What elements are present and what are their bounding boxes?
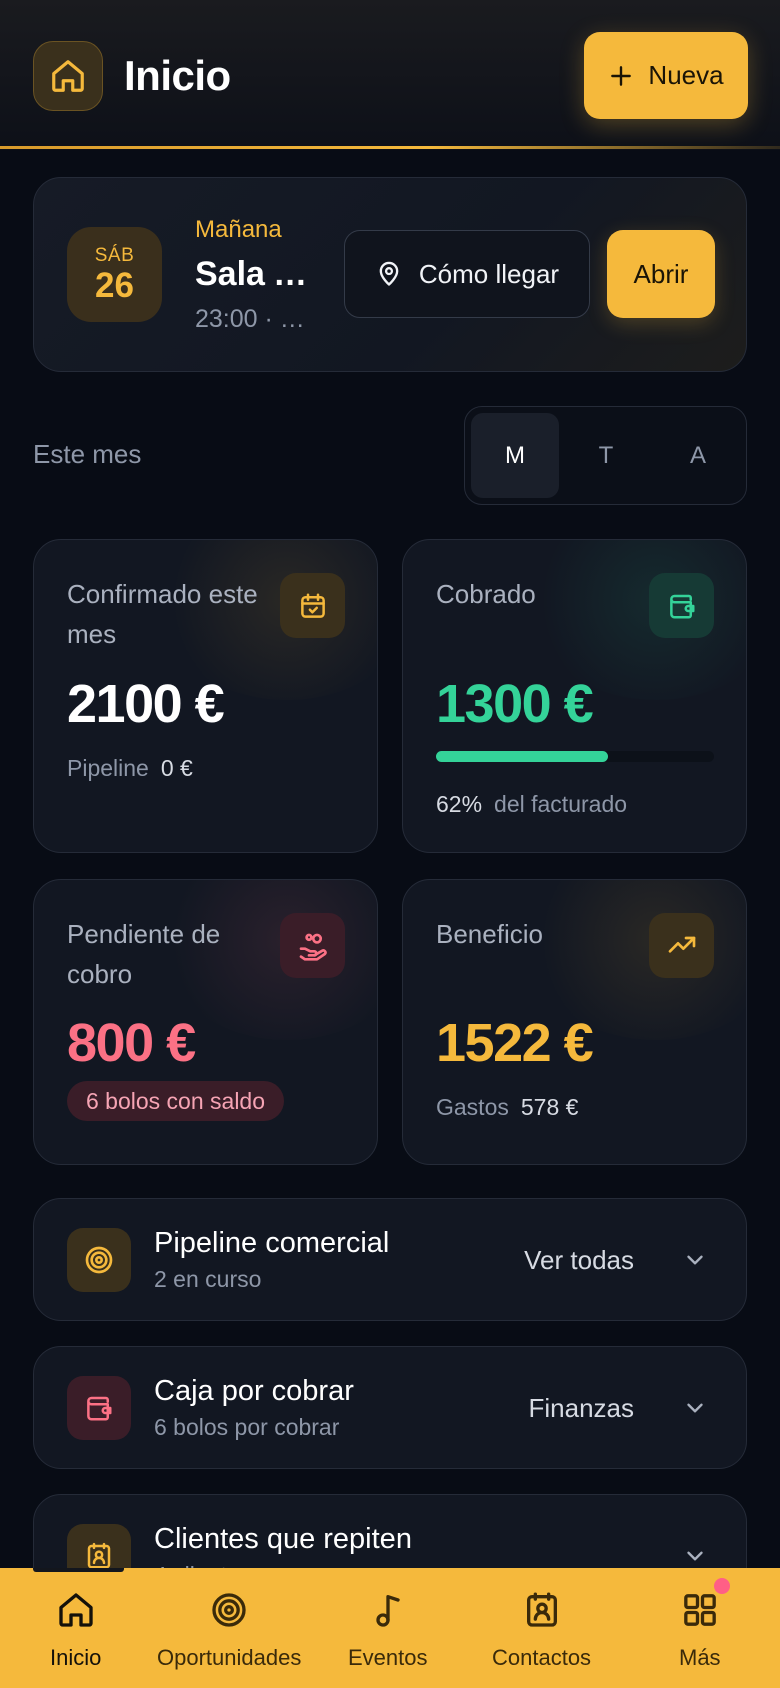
period-segmented-control: M T A: [464, 406, 747, 505]
nav-item-home[interactable]: Inicio: [50, 1590, 101, 1672]
bottom-nav: Inicio Oportunidades Eventos Contactos M…: [0, 1568, 780, 1688]
home-badge: [33, 41, 103, 111]
chevron-down-icon[interactable]: [682, 1395, 708, 1421]
directions-button[interactable]: Cómo llegar: [344, 230, 590, 318]
stat-title: Cobrado: [436, 579, 536, 609]
plus-icon: [608, 63, 634, 89]
nav-item-more[interactable]: Más: [679, 1590, 721, 1672]
stat-value: 1522 €: [436, 1013, 594, 1073]
nav-item-opportunities[interactable]: Oportunidades: [157, 1590, 301, 1672]
stat-card-profit[interactable]: Beneficio 1522 € Gastos 578 €: [402, 879, 747, 1165]
stat-sub-label: Pipeline: [67, 755, 149, 781]
nav-item-events[interactable]: Eventos: [348, 1590, 428, 1672]
period-option-year[interactable]: A: [654, 413, 742, 498]
event-time: 23:00 · Barcelona: [195, 305, 317, 333]
new-button-label: Nueva: [648, 60, 724, 90]
collected-percent: 62%: [436, 791, 483, 817]
home-icon: [56, 1590, 96, 1630]
section-cash[interactable]: Caja por cobrar 6 bolos por cobrar Finan…: [33, 1346, 747, 1469]
stat-card-collected[interactable]: Cobrado 1300 € 62% del facturado: [402, 539, 747, 853]
chevron-down-icon[interactable]: [682, 1247, 708, 1273]
nav-active-indicator: [33, 1568, 124, 1572]
wallet-icon: [649, 573, 714, 638]
view-all-link[interactable]: Ver todas: [524, 1244, 634, 1276]
period-option-month[interactable]: M: [471, 413, 559, 498]
period-option-quarter[interactable]: T: [562, 413, 650, 498]
grid-icon: [680, 1590, 720, 1630]
section-title: Pipeline comercial: [154, 1227, 390, 1259]
section-pipeline[interactable]: Pipeline comercial 2 en curso Ver todas: [33, 1198, 747, 1321]
collected-progress-bar: [436, 751, 714, 762]
header-accent-line: [0, 146, 780, 149]
next-event-card[interactable]: SÁB 26 Mañana Sala Apolo 23:00 · Barcelo…: [33, 177, 747, 372]
stat-sub-row: Gastos 578 €: [436, 1092, 578, 1122]
nav-item-contacts[interactable]: Contactos: [492, 1590, 591, 1672]
event-date-badge: SÁB 26: [67, 227, 162, 322]
notification-dot: [714, 1578, 730, 1594]
event-day: 26: [95, 265, 134, 305]
calendar-check-icon: [280, 573, 345, 638]
stat-sub-value: 578 €: [520, 1094, 579, 1120]
nav-label: Oportunidades: [157, 1645, 302, 1670]
stat-sub-label: Gastos: [436, 1094, 509, 1120]
collected-percent-label: del facturado: [494, 791, 628, 817]
stat-value: 2100 €: [67, 674, 225, 734]
wallet-icon: [67, 1376, 131, 1440]
home-icon: [49, 57, 87, 95]
nav-label: Inicio: [50, 1645, 102, 1670]
pending-badge: 6 bolos con saldo: [67, 1081, 285, 1121]
event-day-of-week: SÁB: [94, 244, 135, 266]
stat-sub-row: Pipeline 0 €: [67, 753, 193, 783]
section-title: Caja por cobrar: [154, 1375, 354, 1407]
finances-link[interactable]: Finanzas: [529, 1392, 635, 1424]
section-subtitle: 6 bolos por cobrar: [154, 1414, 340, 1440]
trending-up-icon: [649, 913, 714, 978]
stat-title: Beneficio: [436, 919, 543, 949]
stat-sub-row: 62% del facturado: [436, 789, 627, 819]
directions-button-label: Cómo llegar: [418, 258, 560, 289]
stat-card-pending[interactable]: Pendiente de cobro 800 € 6 bolos con sal…: [33, 879, 378, 1165]
chevron-down-icon[interactable]: [682, 1543, 708, 1569]
stat-title: Pendiente de cobro: [67, 919, 221, 989]
event-name: Sala Apolo: [195, 255, 317, 293]
open-event-button[interactable]: Abrir: [607, 230, 715, 318]
stat-sub-value: 0 €: [160, 755, 193, 781]
nav-label: Eventos: [348, 1645, 428, 1670]
stat-value: 1300 €: [436, 674, 594, 734]
new-button[interactable]: Nueva: [584, 32, 748, 119]
section-subtitle: 2 en curso: [154, 1266, 262, 1292]
period-label: Este mes: [33, 439, 142, 469]
target-icon: [209, 1590, 249, 1630]
stat-card-confirmed[interactable]: Confirmado este mes 2100 € Pipeline 0 €: [33, 539, 378, 853]
target-icon: [67, 1228, 131, 1292]
stat-title: Confirmado este mes: [67, 579, 258, 649]
stat-value: 800 €: [67, 1013, 196, 1073]
section-title: Clientes que repiten: [154, 1523, 412, 1555]
nav-label: Contactos: [492, 1645, 592, 1670]
music-note-icon: [368, 1590, 408, 1630]
nav-label: Más: [679, 1645, 721, 1670]
event-when: Mañana: [195, 216, 282, 243]
page-title: Inicio: [124, 52, 231, 99]
map-pin-icon: [375, 260, 403, 288]
collected-progress-fill: [436, 751, 609, 762]
contact-book-icon: [522, 1590, 562, 1630]
hand-coins-icon: [280, 913, 345, 978]
